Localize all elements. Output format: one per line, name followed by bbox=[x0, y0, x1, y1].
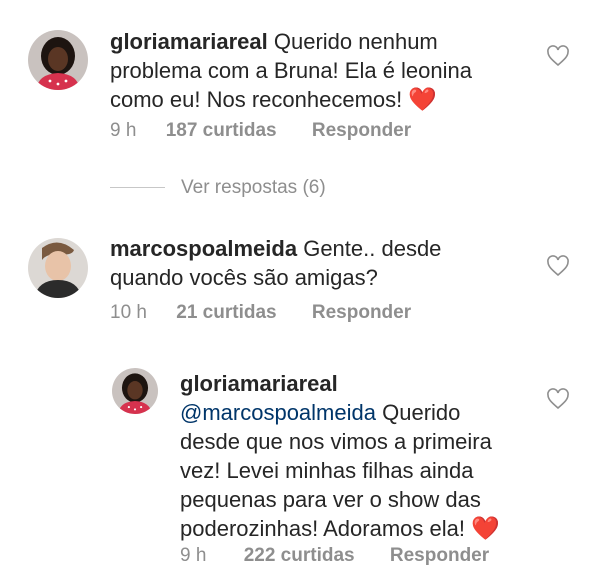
view-replies-button[interactable]: Ver respostas (6) bbox=[181, 177, 326, 199]
comment-meta: 10 h 21 curtidas Responder bbox=[110, 302, 411, 324]
comment-meta: 9 h 222 curtidas Responder bbox=[180, 545, 489, 567]
comment-username[interactable]: gloriamariareal bbox=[180, 369, 520, 398]
likes-count[interactable]: 222 curtidas bbox=[244, 545, 355, 566]
avatar[interactable] bbox=[112, 368, 158, 414]
comment-username[interactable]: gloriamariareal bbox=[110, 29, 268, 54]
comment-3-reply: gloriamariareal @marcospoalmeida Querido… bbox=[0, 360, 605, 576]
mention-link[interactable]: @marcospoalmeida bbox=[180, 400, 376, 425]
heart-outline-icon[interactable] bbox=[546, 388, 570, 410]
avatar-woman-icon bbox=[112, 368, 158, 414]
heart-outline-icon[interactable] bbox=[546, 45, 570, 67]
avatar[interactable] bbox=[28, 238, 88, 298]
avatar[interactable] bbox=[28, 30, 88, 90]
comment-text: marcospoalmeida Gente.. desde quando voc… bbox=[110, 234, 490, 292]
heart-outline-icon[interactable] bbox=[546, 255, 570, 277]
avatar-woman-icon bbox=[28, 30, 88, 90]
comment-text: gloriamariareal Querido nenhum problema … bbox=[110, 27, 490, 114]
heart-emoji: ❤️ bbox=[471, 515, 500, 541]
comment-username[interactable]: marcospoalmeida bbox=[110, 236, 297, 261]
comment-meta: 9 h 187 curtidas Responder bbox=[110, 120, 411, 142]
avatar-man-icon bbox=[28, 238, 88, 298]
likes-count[interactable]: 21 curtidas bbox=[176, 302, 276, 323]
reply-button[interactable]: Responder bbox=[390, 545, 489, 566]
comment-2: marcospoalmeida Gente.. desde quando voc… bbox=[0, 220, 605, 340]
reply-button[interactable]: Responder bbox=[312, 120, 411, 141]
comment-time: 9 h bbox=[180, 545, 207, 566]
comment-text: gloriamariareal @marcospoalmeida Querido… bbox=[180, 369, 520, 543]
replies-divider bbox=[110, 187, 165, 188]
likes-count[interactable]: 187 curtidas bbox=[166, 120, 277, 141]
comment-time: 9 h bbox=[110, 120, 137, 141]
reply-button[interactable]: Responder bbox=[312, 302, 411, 323]
comment-1: gloriamariareal Querido nenhum problema … bbox=[0, 0, 605, 160]
heart-emoji: ❤️ bbox=[408, 86, 438, 112]
comment-time: 10 h bbox=[110, 302, 147, 323]
